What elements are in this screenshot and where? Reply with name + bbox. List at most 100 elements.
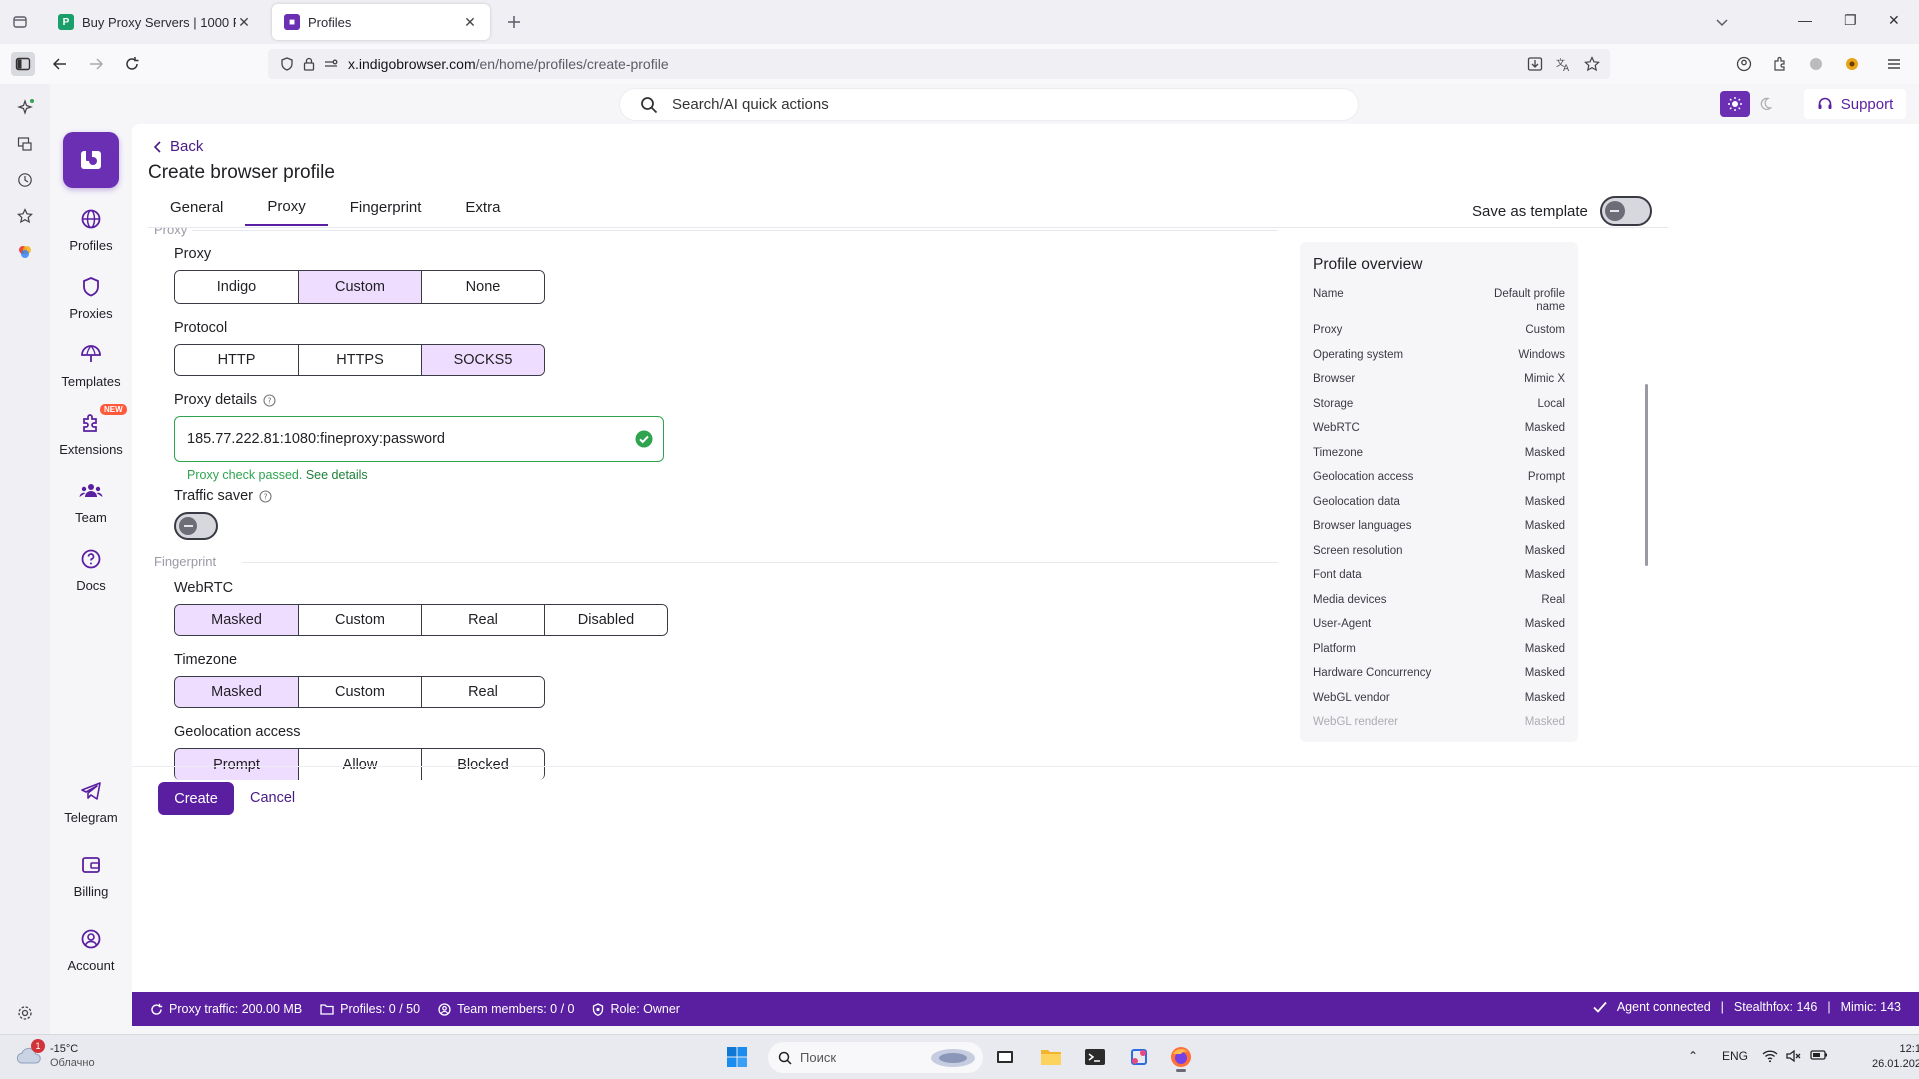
firefox-taskbar-icon[interactable] xyxy=(1168,1045,1194,1072)
tab-extra[interactable]: Extra xyxy=(443,188,522,226)
toggle-knob xyxy=(1604,201,1625,221)
close-tab-icon[interactable]: ✕ xyxy=(462,14,478,31)
proxy-option-indigo[interactable]: Indigo xyxy=(175,271,298,303)
tracking-shield-icon[interactable] xyxy=(276,53,298,75)
permissions-icon[interactable] xyxy=(320,53,342,75)
terminal-icon[interactable] xyxy=(1082,1045,1108,1069)
geolocation-option-blocked[interactable]: Blocked xyxy=(421,749,544,780)
geolocation-option-allow[interactable]: Allow xyxy=(298,749,421,780)
browser-tab-profiles[interactable]: ■ Profiles ✕ xyxy=(272,4,490,40)
translate-icon[interactable]: 文A xyxy=(1551,52,1575,76)
url-bar[interactable]: x.indigobrowser.com/en/home/profiles/cre… xyxy=(268,49,1610,79)
proxy-details-label: Proxy details ? xyxy=(174,392,276,408)
indigo-logo[interactable] xyxy=(63,132,119,188)
webrtc-option-real[interactable]: Real xyxy=(421,605,544,635)
lock-icon[interactable] xyxy=(298,53,320,75)
new-badge: NEW xyxy=(100,404,127,415)
close-window-icon[interactable]: ✕ xyxy=(1888,12,1900,29)
new-tab-icon[interactable] xyxy=(502,10,526,34)
proxy-details-input[interactable]: 185.77.222.81:1080:fineproxy:password xyxy=(174,416,664,462)
minimize-icon[interactable]: — xyxy=(1798,12,1812,28)
bookmark-star-icon[interactable] xyxy=(1580,52,1604,76)
battery-icon[interactable] xyxy=(1810,1049,1828,1061)
timezone-option-real[interactable]: Real xyxy=(421,677,544,707)
input-language[interactable]: ENG xyxy=(1722,1049,1748,1063)
nav-billing[interactable]: Billing xyxy=(50,852,132,899)
protocol-option-https[interactable]: HTTPS xyxy=(298,345,421,375)
sidebar-toggle-icon[interactable] xyxy=(11,52,35,76)
snipping-tool-icon[interactable] xyxy=(1126,1045,1152,1069)
task-view-icon[interactable] xyxy=(992,1045,1018,1069)
nav-templates[interactable]: Templates xyxy=(50,342,132,389)
ai-chatbot-icon[interactable] xyxy=(13,96,37,120)
vpn-icon[interactable] xyxy=(1804,52,1828,76)
close-tab-icon[interactable]: ✕ xyxy=(236,14,252,31)
geolocation-option-prompt[interactable]: Prompt xyxy=(175,749,298,780)
back-link[interactable]: Back xyxy=(154,138,203,155)
reload-icon[interactable] xyxy=(120,52,144,76)
traffic-saver-toggle[interactable] xyxy=(174,512,218,540)
speaker-muted-icon[interactable] xyxy=(1786,1049,1802,1063)
nav-telegram[interactable]: Telegram xyxy=(50,778,132,825)
wifi-icon[interactable] xyxy=(1762,1049,1778,1063)
tab-general[interactable]: General xyxy=(148,188,245,226)
back-arrow-icon[interactable] xyxy=(48,52,72,76)
proxy-option-none[interactable]: None xyxy=(421,271,544,303)
windows-start-icon[interactable] xyxy=(724,1045,750,1069)
webrtc-option-disabled[interactable]: Disabled xyxy=(544,605,667,635)
tab-overflow-icon[interactable] xyxy=(1710,10,1734,34)
dark-theme-moon-icon[interactable] xyxy=(1750,91,1780,117)
proxy-details-text: Proxy details xyxy=(174,392,258,408)
bookmarks-icon[interactable] xyxy=(13,204,37,228)
browser-settings-gear-icon[interactable] xyxy=(13,1001,37,1025)
system-clock[interactable]: 12:1526.01.2026 xyxy=(1872,1042,1919,1072)
quick-actions-search[interactable]: Search/AI quick actions xyxy=(620,89,1358,120)
save-template-toggle[interactable] xyxy=(1599,196,1652,226)
extensions-icon[interactable] xyxy=(1768,52,1792,76)
support-button[interactable]: Support xyxy=(1804,89,1906,119)
file-explorer-icon[interactable] xyxy=(1038,1045,1064,1069)
timezone-option-custom[interactable]: Custom xyxy=(298,677,421,707)
form-scroll-area[interactable]: Proxy Proxy Indigo Custom None Protocol … xyxy=(132,228,1919,928)
browser-tab-proxy-site[interactable]: P Buy Proxy Servers | 1000 Proxies ✕ xyxy=(46,4,264,40)
menu-icon[interactable] xyxy=(1882,52,1906,76)
see-details-link[interactable]: See details xyxy=(306,468,368,482)
cancel-button[interactable]: Cancel xyxy=(250,790,295,806)
globe-icon xyxy=(78,206,104,232)
tab-proxy[interactable]: Proxy xyxy=(245,188,328,226)
tray-chevron-up-icon[interactable]: ⌃ xyxy=(1688,1049,1698,1063)
timezone-option-masked[interactable]: Masked xyxy=(175,677,298,707)
light-theme-sun-icon[interactable] xyxy=(1720,91,1750,117)
overview-key: Geolocation data xyxy=(1313,495,1400,508)
install-app-icon[interactable] xyxy=(1523,52,1547,76)
create-button[interactable]: Create xyxy=(158,782,234,815)
protocol-option-http[interactable]: HTTP xyxy=(175,345,298,375)
weather-widget[interactable]: 1 -15°C Облачно xyxy=(14,1039,95,1071)
webrtc-option-masked[interactable]: Masked xyxy=(175,605,298,635)
restore-icon[interactable]: ❐ xyxy=(1844,12,1857,29)
synced-tabs-icon[interactable] xyxy=(13,132,37,156)
protocol-option-socks5[interactable]: SOCKS5 xyxy=(421,345,544,375)
info-icon[interactable]: ? xyxy=(259,489,272,503)
nav-profiles[interactable]: Profiles xyxy=(50,206,132,253)
history-icon[interactable] xyxy=(13,168,37,192)
info-icon[interactable]: ? xyxy=(263,393,276,407)
overview-value: Masked xyxy=(1524,422,1565,434)
webrtc-option-custom[interactable]: Custom xyxy=(298,605,421,635)
proxy-option-custom[interactable]: Custom xyxy=(298,271,421,303)
multicolor-extension-icon[interactable] xyxy=(13,240,37,264)
tab-list-icon[interactable] xyxy=(8,10,32,34)
firefox-account-icon[interactable] xyxy=(1732,52,1756,76)
nav-proxies-label: Proxies xyxy=(69,306,113,321)
overview-value: Masked xyxy=(1524,569,1565,581)
forward-arrow-icon[interactable] xyxy=(84,52,108,76)
nav-team[interactable]: Team xyxy=(50,478,132,525)
nav-extensions[interactable]: NEW Extensions xyxy=(50,404,132,457)
addon-icon[interactable] xyxy=(1840,52,1864,76)
nav-docs[interactable]: Docs xyxy=(50,546,132,593)
nav-account[interactable]: Account xyxy=(50,926,132,973)
overview-scrollbar[interactable] xyxy=(1645,384,1648,566)
tab-fingerprint[interactable]: Fingerprint xyxy=(328,188,444,226)
windows-search[interactable]: Поиск xyxy=(768,1042,983,1073)
nav-proxies[interactable]: Proxies xyxy=(50,274,132,321)
